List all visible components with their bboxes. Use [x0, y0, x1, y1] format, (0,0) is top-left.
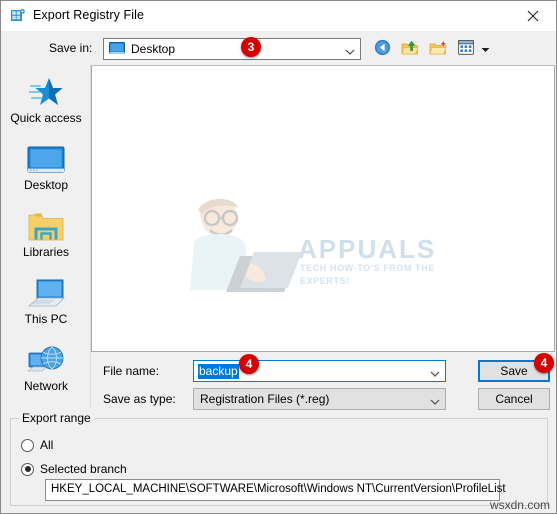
title-bar: Export Registry File [1, 1, 556, 32]
up-one-level-icon [401, 40, 419, 59]
radio-label: All [40, 438, 54, 452]
desktop-monitor-icon [109, 42, 125, 56]
place-label: Libraries [22, 245, 70, 259]
watermark-title: APPUALS [298, 234, 437, 264]
back-button[interactable] [371, 38, 393, 60]
save-as-type-value: Registration Files (*.reg) [200, 392, 330, 406]
selected-branch-input[interactable]: HKEY_LOCAL_MACHINE\SOFTWARE\Microsoft\Wi… [45, 479, 506, 501]
back-arrow-icon [374, 39, 391, 59]
up-one-level-button[interactable] [399, 38, 421, 60]
save-as-type-label: Save as type: [103, 392, 176, 406]
file-list[interactable]: APPUALS TECH HOW-TO'S FROM THE EXPERTS! [91, 65, 555, 352]
radio-all[interactable]: All [21, 438, 53, 452]
views-icon [458, 40, 474, 58]
site-watermark: wsxdn.com [489, 498, 550, 512]
window-title: Export Registry File [33, 8, 145, 22]
chevron-down-icon [481, 42, 490, 56]
new-folder-icon [429, 40, 447, 59]
network-globe-icon [2, 341, 90, 377]
place-label: Quick access [10, 111, 82, 125]
appuals-mascot-watermark [180, 194, 410, 314]
quick-access-star-icon [2, 73, 90, 109]
new-folder-button[interactable] [427, 38, 449, 60]
save-in-value: Desktop [131, 42, 176, 56]
place-label: This PC [24, 312, 68, 326]
selected-branch-value: HKEY_LOCAL_MACHINE\SOFTWARE\Microsoft\Wi… [51, 483, 506, 495]
radio-indicator [21, 462, 34, 476]
step-badge-4-save: 4 [534, 353, 554, 373]
views-dropdown-button[interactable] [481, 38, 490, 60]
cancel-button[interactable]: Cancel [478, 388, 550, 410]
export-range-title: Export range [19, 411, 94, 425]
radio-indicator [21, 438, 34, 452]
place-item-quick-access[interactable]: Quick access [2, 73, 90, 125]
libraries-folder-icon [2, 207, 90, 243]
registry-editor-icon [10, 8, 26, 24]
step-badge-4-filename: 4 [239, 354, 259, 374]
watermark-subtitle: TECH HOW-TO'S FROM THE EXPERTS! [300, 263, 435, 286]
save-in-combobox[interactable]: Desktop [103, 38, 361, 60]
place-label: Desktop [23, 178, 69, 192]
radio-selected-branch[interactable]: Selected branch [21, 462, 127, 476]
views-button[interactable] [455, 38, 477, 60]
place-item-desktop[interactable]: Desktop [2, 140, 90, 192]
desktop-monitor-icon [2, 140, 90, 176]
file-name-value: backup [198, 364, 239, 379]
radio-label: Selected branch [40, 462, 127, 476]
place-item-this-pc[interactable]: This PC [2, 274, 90, 326]
this-pc-laptop-icon [2, 274, 90, 310]
place-label: Network [23, 379, 68, 393]
place-item-network[interactable]: Network [2, 341, 90, 393]
place-item-libraries[interactable]: Libraries [2, 207, 90, 259]
close-button[interactable] [510, 1, 556, 30]
save-as-type-combobox[interactable]: Registration Files (*.reg) [193, 388, 446, 410]
navigation-toolbar [371, 38, 490, 60]
step-badge-3: 3 [241, 37, 261, 57]
places-bar: Quick access Desktop Libraries This PC N… [2, 65, 91, 408]
chevron-down-icon[interactable] [430, 367, 440, 377]
export-registry-file-dialog: Export Registry File Save in: Desktop Qu… [0, 0, 557, 514]
chevron-down-icon [430, 395, 440, 405]
file-name-label: File name: [103, 364, 160, 378]
file-name-input[interactable]: backup [193, 360, 446, 382]
save-in-label: Save in: [49, 41, 93, 55]
chevron-down-icon [345, 45, 355, 55]
close-icon [527, 10, 539, 21]
